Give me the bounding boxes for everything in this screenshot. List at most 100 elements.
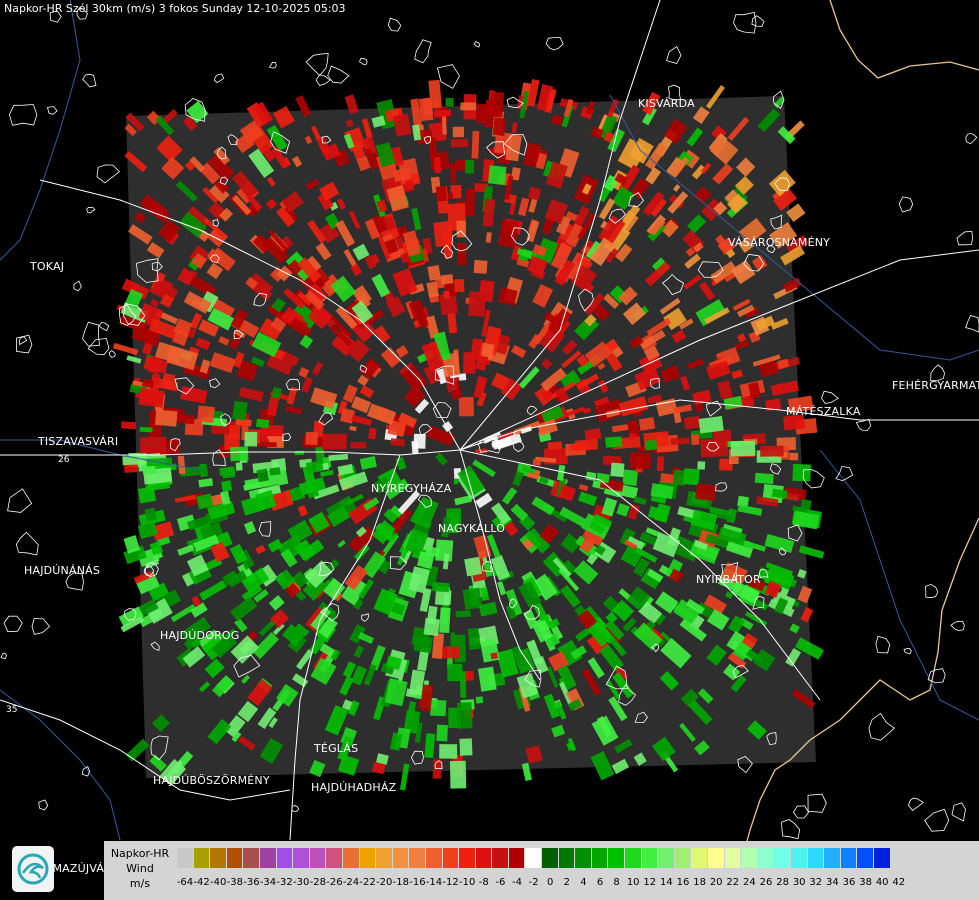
settlement-outline (473, 41, 481, 48)
legend-swatch (840, 848, 858, 868)
settlement-outline (82, 73, 97, 88)
radar-echo (256, 441, 277, 448)
settlement-outline (387, 17, 402, 32)
radar-echo (440, 274, 454, 285)
radar-echo (450, 163, 457, 184)
radar-echo (244, 431, 258, 447)
legend-tick: -4 (512, 877, 522, 888)
radar-echo (322, 433, 347, 450)
city-label: FEHÉRGYARMAT (892, 379, 979, 392)
settlement-outline (781, 819, 801, 840)
radar-echo (121, 421, 137, 430)
settlement-outline (965, 132, 978, 145)
legend-swatch (691, 848, 708, 868)
radar-echo (754, 472, 774, 485)
radar-echo (462, 352, 477, 374)
legend-title-line: m/s (129, 877, 151, 890)
settlement-outline (82, 321, 100, 347)
legend-tick: 18 (693, 877, 706, 888)
radar-echo (454, 278, 465, 293)
color-legend: Napkor-HR Wind m/s -64 -42 -40 -38 -36 -34 -32… (104, 841, 979, 900)
radar-echo (610, 462, 625, 478)
radar-coverage-area (112, 79, 825, 791)
settlement-outline (291, 805, 300, 812)
legend-tick: -42 (193, 877, 210, 888)
settlement-outline (956, 231, 974, 246)
legend-swatch (774, 848, 791, 868)
radar-echo (457, 242, 467, 266)
radar-echo (443, 290, 450, 299)
legend-swatch (873, 848, 891, 868)
settlement-outline (751, 15, 765, 27)
radar-echo (455, 160, 466, 171)
radar-echo (697, 461, 706, 470)
legend-swatch (276, 848, 294, 868)
radar-echo (368, 427, 377, 440)
radar-echo (294, 450, 305, 456)
settlement-outline (38, 799, 49, 811)
napkor-logo-icon (12, 846, 54, 892)
settlement-outline (414, 39, 432, 64)
legend-swatch (243, 848, 260, 868)
legend-tick: -38 (226, 877, 243, 888)
radar-echo (700, 438, 729, 458)
legend-tick: -6 (495, 877, 506, 888)
radar-echo (436, 724, 448, 742)
legend-swatch (342, 848, 360, 868)
settlement-outline (268, 61, 277, 69)
settlement-outline (305, 52, 329, 76)
radar-echo (670, 437, 691, 445)
legend-swatch (309, 848, 327, 868)
legend-title-line: Wind (126, 862, 154, 875)
legend-tick: -40 (210, 877, 227, 888)
radar-echo (464, 556, 483, 577)
legend-swatch (674, 848, 692, 868)
radar-echo (439, 607, 451, 634)
legend-swatch (741, 848, 758, 868)
radar-echo (140, 437, 167, 454)
radar-echo (232, 400, 248, 421)
radar-map[interactable]: 26 35 (0, 0, 979, 900)
legend-tick: 24 (743, 877, 756, 888)
legend-tick: -22 (359, 877, 376, 888)
radar-echo (175, 413, 195, 425)
legend-tick: 32 (809, 877, 823, 888)
settlement-outline (213, 73, 225, 84)
legend-swatch (425, 848, 443, 868)
city-label: MÁTÉSZALKA (786, 405, 861, 418)
settlement-outline (87, 337, 110, 356)
legend-tick: 38 (859, 877, 872, 888)
settlement-outline (965, 315, 979, 333)
radar-echo (413, 433, 426, 449)
legend-tick: 4 (580, 877, 587, 888)
legend-tick: 36 (842, 877, 856, 888)
legend-tick: -28 (309, 877, 326, 888)
radar-echo (683, 468, 700, 486)
legend-tick: 20 (709, 877, 723, 888)
radar-echo (452, 126, 465, 138)
radar-echo (473, 259, 488, 274)
legend-color-scale (177, 848, 891, 868)
radar-echo (447, 663, 463, 682)
radar-echo (471, 130, 480, 159)
settlement-outline (666, 46, 682, 64)
radar-echo (574, 438, 599, 452)
city-label: KISVÁRDA (638, 97, 695, 110)
city-label: HAJDÚNÁNÁS (24, 564, 101, 577)
radar-echo (455, 610, 471, 618)
settlement-outline (927, 668, 946, 684)
radar-echo (221, 480, 233, 492)
legend-swatch (293, 848, 310, 868)
legend-tick: 28 (776, 877, 789, 888)
settlement-outline (8, 104, 38, 126)
radar-echo (458, 396, 474, 417)
legend-swatch (193, 848, 211, 868)
legend-swatch (658, 848, 675, 868)
settlement-outline (15, 531, 39, 556)
settlement-outline (96, 164, 121, 184)
settlement-outline (907, 797, 924, 811)
legend-swatch (807, 848, 825, 868)
settlement-outline (821, 390, 839, 404)
legend-tick: 22 (726, 877, 740, 888)
city-label: HAJDÚBÖSZÖRMÉNY (153, 774, 270, 787)
